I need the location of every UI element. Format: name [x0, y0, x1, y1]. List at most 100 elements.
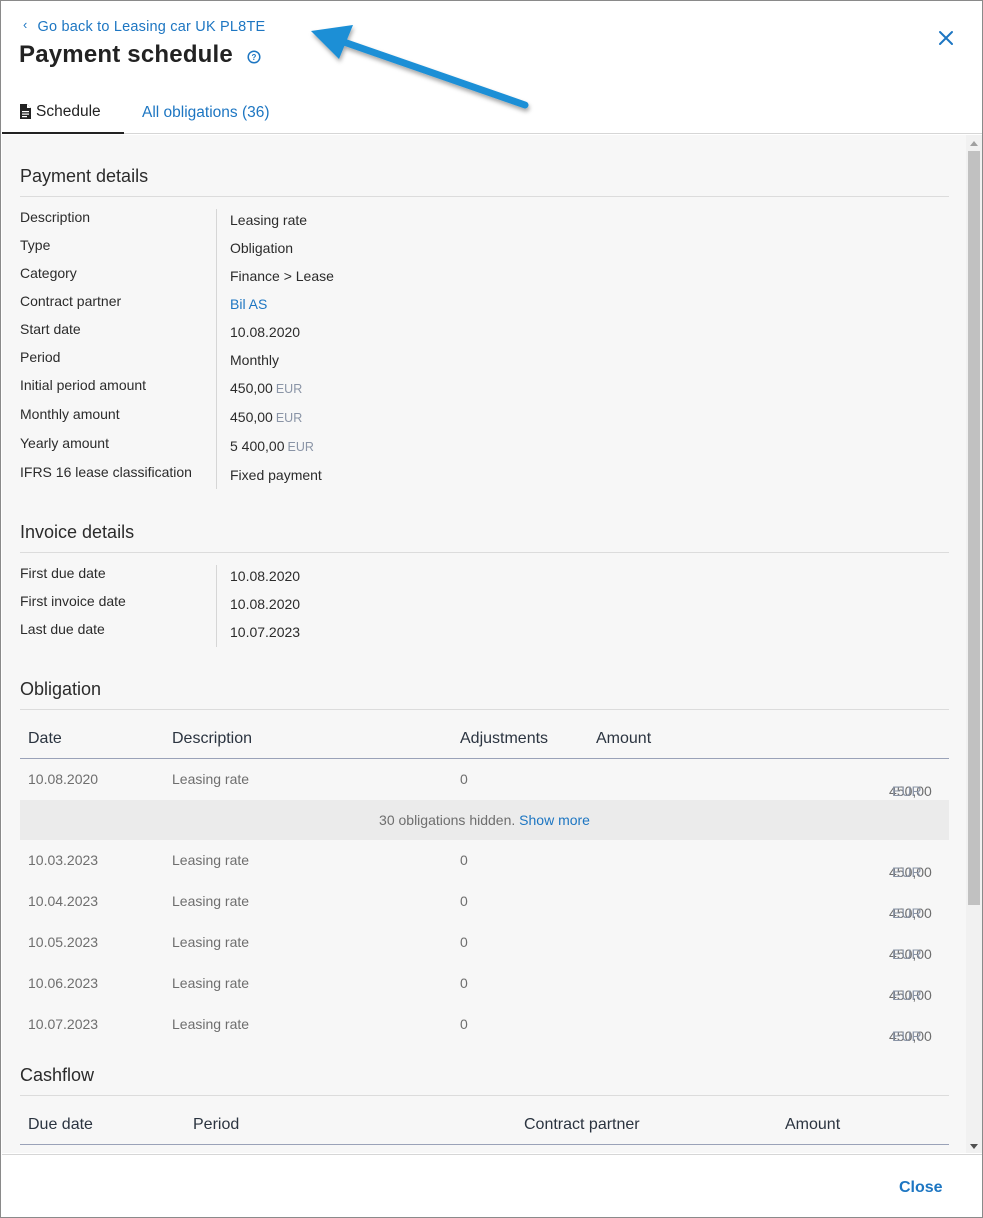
tab-bar: Schedule All obligations (36): [2, 91, 982, 134]
detail-value: 450,00 EUR: [230, 409, 302, 425]
close-button[interactable]: Close: [899, 1179, 943, 1197]
detail-value: 10.08.2020: [230, 568, 301, 584]
detail-label: Initial period amount: [20, 377, 147, 393]
column-header-description[interactable]: Description: [172, 730, 252, 748]
currency-label: EUR: [892, 987, 922, 1003]
cell-adjustments: 0: [460, 852, 468, 868]
cell-date: 10.04.2023: [28, 893, 99, 909]
detail-row: Initial period amount 450,00 EUR: [20, 377, 720, 405]
detail-value: Fixed payment: [230, 467, 322, 483]
cell-description: Leasing rate: [172, 975, 250, 991]
amount-value: 450,00: [230, 380, 273, 396]
table-row: 10.06.2023 Leasing rate 0 450,00 EUR: [20, 963, 949, 1004]
column-header-date[interactable]: Date: [28, 730, 62, 748]
table-row: 10.05.2023 Leasing rate 0 450,00 EUR: [20, 922, 949, 963]
cell-adjustments: 0: [460, 975, 468, 991]
cell-adjustments: 0: [460, 1016, 468, 1032]
tab-schedule-label: Schedule: [36, 102, 101, 120]
close-icon[interactable]: [936, 28, 956, 48]
svg-text:?: ?: [252, 53, 257, 62]
detail-label: Contract partner: [20, 293, 122, 309]
detail-label: Last due date: [20, 621, 105, 637]
scroll-down-icon[interactable]: [970, 1144, 978, 1149]
contract-partner-link[interactable]: Bil AS: [230, 296, 267, 312]
detail-value: 10.07.2023: [230, 624, 301, 640]
currency-label: EUR: [892, 905, 922, 921]
detail-label: IFRS 16 lease classification: [20, 464, 192, 480]
detail-label: Type: [20, 237, 51, 253]
vertical-scrollbar[interactable]: [966, 135, 982, 1153]
column-header-adjustments[interactable]: Adjustments: [460, 730, 548, 748]
detail-value: 10.08.2020: [230, 596, 301, 612]
scroll-up-icon[interactable]: [970, 141, 978, 146]
chevron-left-icon: ‹: [23, 16, 28, 32]
cell-adjustments: 0: [460, 771, 468, 787]
cell-description: Leasing rate: [172, 934, 250, 950]
invoice-details-title: Invoice details: [20, 522, 135, 542]
document-icon: [20, 104, 31, 119]
obligation-title: Obligation: [20, 679, 102, 699]
tab-schedule[interactable]: Schedule: [2, 91, 124, 134]
section-divider: [20, 552, 949, 553]
detail-label: First due date: [20, 565, 106, 581]
detail-row: Start date 10.08.2020: [20, 321, 720, 349]
column-header-contract-partner[interactable]: Contract partner: [524, 1116, 640, 1134]
schedule-content: Payment details Description Leasing rate…: [2, 135, 966, 1153]
tab-all-obligations-label: All obligations (36): [142, 103, 270, 121]
detail-row: Category Finance > Lease: [20, 265, 720, 293]
cell-adjustments: 0: [460, 893, 468, 909]
hidden-obligations-row: 30 obligations hidden. Show more: [20, 800, 949, 840]
cashflow-table-header: Due date Period Contract partner Amount: [20, 1096, 949, 1145]
page-title: Payment schedule: [19, 41, 233, 68]
detail-value: Monthly: [230, 352, 280, 368]
currency-label: EUR: [892, 864, 922, 880]
cell-adjustments: 0: [460, 934, 468, 950]
currency-label: EUR: [275, 382, 303, 396]
payment-schedule-dialog: ‹ Go back to Leasing car UK PL8TE Paymen…: [0, 0, 983, 1218]
column-header-amount[interactable]: Amount: [785, 1116, 840, 1134]
column-header-amount[interactable]: Amount: [596, 730, 651, 748]
table-row: 10.03.2023 Leasing rate 0 450,00 EUR: [20, 840, 949, 881]
table-row: 10.07.2023 Leasing rate 0 450,00 EUR: [20, 1004, 949, 1045]
cell-date: 10.03.2023: [28, 852, 99, 868]
detail-row: Last due date 10.07.2023: [20, 621, 720, 649]
hidden-obligations-text: 30 obligations hidden.: [379, 812, 516, 828]
table-row: 10.08.2020 Leasing rate 0 450,00 EUR: [20, 759, 949, 800]
detail-value: Leasing rate: [230, 212, 308, 228]
obligation-table-header: Date Description Adjustments Amount: [20, 710, 949, 759]
scroll-thumb[interactable]: [968, 151, 980, 905]
detail-label: Category: [20, 265, 77, 281]
detail-label: First invoice date: [20, 593, 126, 609]
section-divider: [20, 196, 949, 197]
cell-description: Leasing rate: [172, 771, 250, 787]
detail-row: IFRS 16 lease classification Fixed payme…: [20, 464, 720, 492]
detail-row: First due date 10.08.2020: [20, 565, 720, 593]
detail-label: Period: [20, 349, 61, 365]
detail-row: Description Leasing rate: [20, 209, 720, 237]
payment-details-title: Payment details: [20, 166, 149, 186]
column-header-due-date[interactable]: Due date: [28, 1116, 93, 1134]
tab-all-obligations[interactable]: All obligations (36): [142, 91, 270, 134]
cell-description: Leasing rate: [172, 1016, 250, 1032]
cell-description: Leasing rate: [172, 852, 250, 868]
detail-value: Obligation: [230, 240, 294, 256]
cell-date: 10.08.2020: [28, 771, 99, 787]
detail-label: Start date: [20, 321, 81, 337]
currency-label: EUR: [275, 411, 303, 425]
detail-value: 450,00 EUR: [230, 380, 302, 396]
help-icon[interactable]: ?: [247, 50, 261, 64]
table-row: 10.04.2023 Leasing rate 0 450,00 EUR: [20, 881, 949, 922]
cell-date: 10.05.2023: [28, 934, 99, 950]
detail-row: Yearly amount 5 400,00 EUR: [20, 435, 720, 463]
detail-value: Finance > Lease: [230, 268, 334, 284]
currency-label: EUR: [892, 783, 922, 799]
cell-date: 10.06.2023: [28, 975, 99, 991]
back-link[interactable]: ‹ Go back to Leasing car UK PL8TE: [23, 16, 265, 36]
show-more-link[interactable]: Show more: [519, 812, 590, 828]
detail-value: 5 400,00 EUR: [230, 438, 314, 454]
cashflow-title: Cashflow: [20, 1065, 95, 1085]
detail-label: Yearly amount: [20, 435, 109, 451]
amount-value: 450,00: [230, 409, 273, 425]
column-header-period[interactable]: Period: [193, 1116, 239, 1134]
detail-row: Type Obligation: [20, 237, 720, 265]
